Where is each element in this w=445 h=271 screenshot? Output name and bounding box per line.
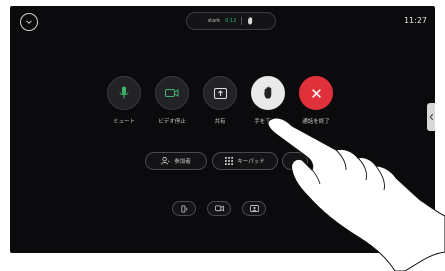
participants-icon xyxy=(161,157,170,165)
video-camera-icon xyxy=(165,89,179,97)
camera-control-button[interactable] xyxy=(207,201,231,216)
raised-hand-icon xyxy=(248,17,253,25)
audio-output-button[interactable] xyxy=(172,201,196,216)
share-circle[interactable] xyxy=(203,76,237,110)
call-status-pill[interactable]: stark 0:12 xyxy=(186,12,276,30)
mute-circle[interactable] xyxy=(107,76,141,110)
video-circle[interactable] xyxy=(155,76,189,110)
divider xyxy=(241,17,243,25)
call-name: stark xyxy=(207,18,221,24)
keypad-icon xyxy=(225,157,234,165)
more-label: … xyxy=(292,158,298,164)
raised-hand-icon xyxy=(263,86,271,99)
keypad-label: キーパッド xyxy=(237,159,265,165)
microphone-icon xyxy=(119,86,129,99)
keypad-button[interactable]: キーパッド xyxy=(212,152,278,170)
call-screen: stark 0:12 11:27 ミュート ビデオ停止 共有 手を下げる 通話を… xyxy=(10,6,435,253)
action-label: ミュート xyxy=(112,119,135,125)
lower-hand-button[interactable]: 手を下げる xyxy=(243,76,293,125)
participants-button[interactable]: 参加者 xyxy=(145,152,207,170)
call-timer: 0:12 xyxy=(225,18,237,24)
participants-label: 参加者 xyxy=(174,159,191,165)
chevron-left-icon xyxy=(429,113,433,121)
share-button[interactable]: 共有 xyxy=(195,76,245,125)
hand-circle[interactable] xyxy=(251,76,285,110)
action-label: 通話を終了 xyxy=(302,119,330,125)
clock: 11:27 xyxy=(403,16,427,25)
more-button[interactable]: … xyxy=(282,152,308,170)
share-screen-icon xyxy=(213,87,227,99)
action-label: 手を下げる xyxy=(254,119,282,125)
side-panel-tab[interactable] xyxy=(427,103,435,131)
end-call-icon xyxy=(311,88,321,98)
minimize-button[interactable] xyxy=(20,13,38,31)
end-call-circle[interactable] xyxy=(299,76,333,110)
speaker-device-icon xyxy=(180,204,187,213)
chevron-down-icon xyxy=(26,20,32,24)
camera-control-icon xyxy=(214,205,224,212)
self-view-button[interactable] xyxy=(242,201,266,216)
self-view-icon xyxy=(249,205,259,212)
stop-video-button[interactable]: ビデオ停止 xyxy=(147,76,197,125)
end-call-button[interactable]: 通話を終了 xyxy=(291,76,341,125)
mute-button[interactable]: ミュート xyxy=(99,76,149,125)
action-label: 共有 xyxy=(214,119,226,125)
action-label: ビデオ停止 xyxy=(158,119,186,125)
